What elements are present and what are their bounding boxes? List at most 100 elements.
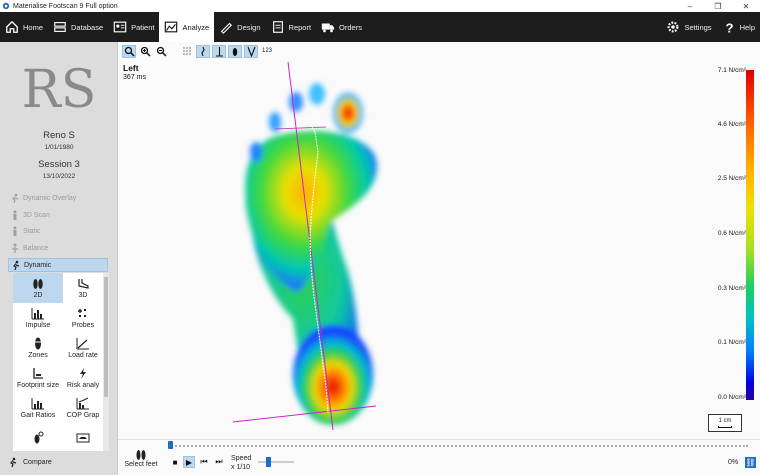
dynamic-overlay-icon	[12, 193, 19, 203]
link-button[interactable]: ⛓	[745, 457, 756, 468]
colorbar-label-3: 2.5 N/cm²	[717, 175, 746, 182]
axis-button[interactable]	[212, 44, 226, 58]
foot-3d-icon	[78, 279, 89, 289]
nav-settings-label: Settings	[684, 22, 712, 32]
feet-2d-icon	[33, 279, 43, 289]
nav-orders[interactable]: Orders	[316, 12, 367, 42]
heel-region	[293, 325, 373, 425]
angle-icon	[246, 46, 256, 57]
cop-line-button[interactable]	[196, 44, 210, 58]
zoom-in-button[interactable]	[138, 45, 152, 58]
grid-dots-icon	[182, 46, 191, 55]
view-toolbar: 123	[122, 44, 272, 58]
session-title: Session 3	[38, 159, 80, 170]
menu-3d-scan[interactable]: 3D Scan	[10, 208, 50, 222]
scale-bar-label: 1 cm	[718, 418, 732, 424]
scale-bar-line	[718, 426, 732, 428]
big-toe-region	[333, 93, 363, 133]
toe-angle-line	[274, 126, 327, 130]
previous-frame-button[interactable]: ⏮	[198, 456, 210, 468]
select-feet-button[interactable]: Select feet	[122, 449, 160, 468]
zoom-out-button[interactable]	[154, 45, 168, 58]
restore-button[interactable]: ❐	[704, 0, 732, 12]
speed-label: Speed	[231, 455, 252, 462]
orders-icon	[321, 23, 335, 33]
menu-balance-label: Balance	[23, 244, 49, 252]
nav-analyze[interactable]: Analyze	[159, 12, 215, 42]
angle-button[interactable]	[244, 44, 258, 58]
menu-dynamic-overlay[interactable]: Dynamic Overlay	[10, 191, 76, 205]
compare-icon	[10, 457, 17, 468]
colorbar-label-5: 0.3 N/cm²	[717, 285, 746, 292]
compare-button[interactable]: Compare	[8, 457, 52, 468]
pressure-view: 123 Left 367 ms 7.1 N/cm² 4.6 N/cm² 2.5 …	[118, 42, 760, 439]
nav-patient-label: Patient	[131, 22, 155, 32]
nav-orders-label: Orders	[339, 22, 362, 32]
tool-shoe[interactable]	[63, 423, 103, 451]
skip-back-icon: ⏮	[200, 457, 208, 466]
nav-home[interactable]: Home	[0, 12, 48, 42]
close-button[interactable]: ✕	[732, 0, 760, 12]
play-button[interactable]: ▶	[183, 456, 195, 468]
tool-3d[interactable]: 3D	[63, 273, 103, 303]
title-bar: Materialise Footscan 9 Full option – ❐ ✕	[0, 0, 760, 12]
tool-timer-foot[interactable]	[13, 423, 63, 451]
svg-text:?: ?	[725, 20, 733, 34]
timeline-marker[interactable]	[168, 441, 173, 449]
tool-probes[interactable]: Probes	[63, 303, 103, 333]
select-feet-label: Select feet	[124, 461, 158, 468]
tool-risk-analysis[interactable]: Risk analy	[63, 363, 103, 393]
tool-footprint-size-label: Footprint size	[16, 382, 60, 389]
window-title: Materialise Footscan 9 Full option	[13, 2, 118, 10]
nav-help[interactable]: ? Help	[717, 12, 760, 42]
timeline-track[interactable]	[168, 441, 748, 449]
stop-button[interactable]: ■	[169, 456, 181, 468]
menu-dynamic[interactable]: Dynamic	[8, 258, 108, 272]
tool-zones-label: Zones	[28, 352, 48, 359]
stop-icon: ■	[172, 457, 178, 467]
minimize-button[interactable]: –	[676, 0, 704, 12]
nav-settings[interactable]: Settings	[661, 12, 716, 42]
nav-patient[interactable]: Patient	[108, 12, 159, 42]
tool-impulse[interactable]: Impulse	[13, 303, 63, 333]
tools-scrollbar-thumb[interactable]	[104, 277, 108, 397]
zoom-fit-button[interactable]	[122, 44, 136, 58]
timer-foot-icon	[34, 431, 44, 443]
nav-database[interactable]: Database	[48, 12, 108, 42]
tool-footprint-size[interactable]: Footprint size	[13, 363, 63, 393]
footprint-icon	[232, 47, 237, 56]
speed-slider-knob[interactable]	[265, 457, 271, 467]
nav-design[interactable]: Design	[214, 12, 265, 42]
values-toggle[interactable]: 123	[262, 48, 272, 54]
next-frame-button[interactable]: ⏭	[213, 456, 225, 468]
patient-dob: 1/01/1980	[44, 144, 74, 151]
cop-graph-icon	[76, 397, 89, 410]
speed-control: Speed x 1/10	[231, 454, 251, 472]
tool-2d[interactable]: 2D	[13, 273, 63, 303]
tool-zones[interactable]: Zones	[13, 333, 63, 363]
tool-risk-analysis-label: Risk analy	[66, 382, 100, 389]
tools-scrollbar[interactable]	[103, 273, 109, 451]
cop-line-icon	[200, 46, 205, 56]
design-icon	[220, 22, 233, 34]
tool-gait-ratios[interactable]: Gait Ratios	[13, 393, 63, 423]
progress-percent: 0%	[728, 459, 739, 466]
shoe-icon	[76, 433, 90, 442]
feet-icon	[136, 450, 146, 460]
balance-icon	[12, 243, 18, 253]
footprint-button[interactable]	[228, 44, 242, 58]
tool-load-rate[interactable]: Load rate	[63, 333, 103, 363]
main-navbar: Home Database Patient Analyze Design Rep…	[0, 12, 760, 42]
menu-static-label: Static	[23, 227, 41, 235]
tool-probes-label: Probes	[71, 322, 95, 329]
speed-slider[interactable]	[258, 457, 294, 467]
second-toe-region	[309, 83, 325, 105]
tool-cop-graph[interactable]: COP Grap	[63, 393, 103, 423]
grid-toggle-button[interactable]	[180, 45, 194, 58]
menu-balance[interactable]: Balance	[10, 241, 48, 255]
speed-value: x 1/10	[231, 464, 251, 471]
3d-scan-icon	[13, 210, 17, 220]
nav-report[interactable]: Report	[266, 12, 317, 42]
colorbar-label-min: 0.0 N/cm²	[717, 394, 746, 401]
menu-static[interactable]: Static	[10, 224, 41, 238]
